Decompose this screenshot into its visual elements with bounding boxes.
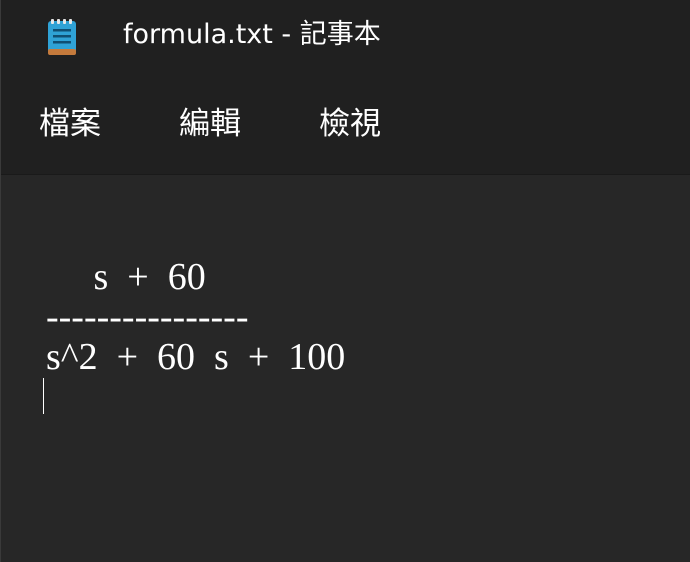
text-caret — [43, 378, 44, 414]
text-line-numerator: s + 60 — [46, 256, 206, 298]
notepad-window: formula.txt - 記事本 檔案 編輯 檢視 s + 60 ------… — [0, 0, 690, 562]
menu-edit[interactable]: 編輯 — [179, 104, 241, 144]
title-bar: formula.txt - 記事本 — [1, 0, 690, 72]
menu-view[interactable]: 檢視 — [319, 104, 381, 144]
notepad-icon — [46, 16, 78, 56]
text-editor[interactable]: s + 60 ---------------- s^2 + 60 s + 100 — [1, 175, 690, 562]
text-line-divider: ---------------- — [46, 296, 249, 338]
menu-bar: 檔案 編輯 檢視 — [1, 72, 690, 175]
text-line-denominator: s^2 + 60 s + 100 — [46, 336, 346, 378]
window-title: formula.txt - 記事本 — [123, 19, 381, 50]
menu-file[interactable]: 檔案 — [39, 104, 101, 144]
